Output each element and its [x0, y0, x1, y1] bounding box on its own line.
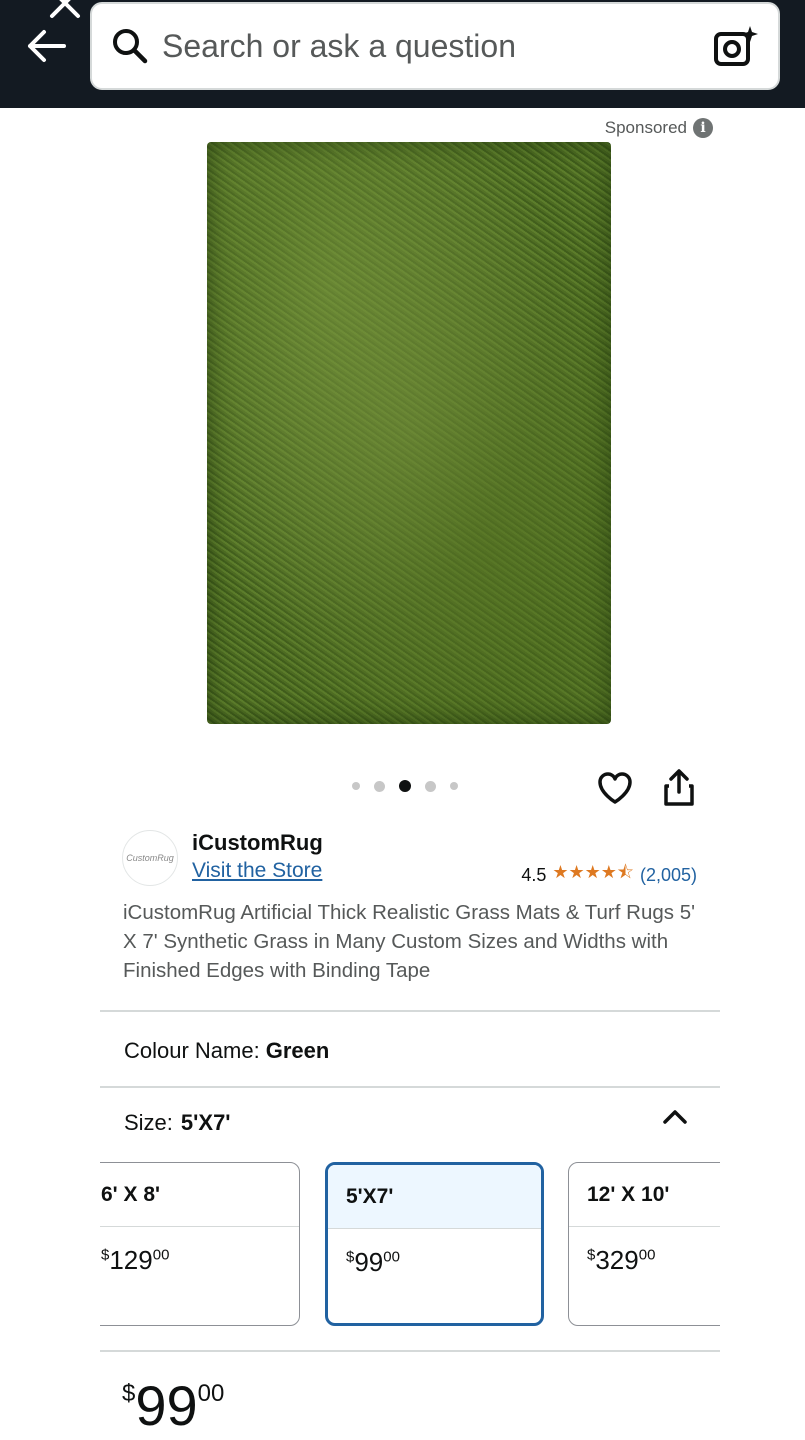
- star-rating-icon: ★★★★⯪: [552, 862, 634, 882]
- product-image[interactable]: [207, 142, 611, 724]
- search-icon: [110, 26, 150, 66]
- size-option-label: 5'X7': [328, 1165, 541, 1229]
- rating-summary[interactable]: 4.5 ★★★★⯪ (2,005): [521, 860, 697, 890]
- size-option-6x8[interactable]: 6' X 8' $12900: [100, 1162, 300, 1326]
- brand-logo[interactable]: CustomRug: [122, 830, 178, 886]
- size-option-5x7-selected[interactable]: 5'X7' $9900: [325, 1162, 544, 1326]
- rating-count: (2,005): [639, 864, 697, 885]
- brand-name: iCustomRug: [192, 830, 323, 855]
- chevron-up-icon[interactable]: [660, 1104, 690, 1128]
- size-option-price: $12900: [101, 1245, 170, 1275]
- price-whole: 99: [135, 1374, 198, 1437]
- divider: [100, 1350, 720, 1352]
- product-title: iCustomRug Artificial Thick Realistic Gr…: [123, 901, 696, 982]
- colour-selector[interactable]: Colour Name: Green: [124, 1038, 329, 1064]
- search-input[interactable]: [162, 16, 682, 76]
- brand-logo-text: CustomRug: [126, 853, 174, 863]
- price-currency: $: [122, 1380, 136, 1407]
- wishlist-heart-icon[interactable]: [596, 770, 634, 806]
- camera-search-icon[interactable]: [712, 24, 758, 70]
- size-selector-header[interactable]: Size: 5'X7': [124, 1110, 231, 1136]
- size-option-label: 12' X 10': [569, 1163, 720, 1227]
- size-option-price: $32900: [587, 1245, 656, 1275]
- search-box[interactable]: [90, 2, 780, 90]
- product-price: $9900: [122, 1378, 224, 1434]
- size-option-price: $9900: [346, 1247, 400, 1277]
- visit-store-link[interactable]: Visit the Store: [192, 859, 322, 883]
- price-fraction: 00: [197, 1380, 225, 1407]
- arrow-left-icon: [28, 30, 66, 62]
- size-option-label: 6' X 8': [100, 1163, 299, 1227]
- carousel-dot: [425, 780, 436, 792]
- colour-label: Colour Name:: [124, 1038, 260, 1063]
- rating-value: 4.5: [521, 864, 547, 885]
- size-options-carousel[interactable]: 6' X 8' $12900 5'X7' $9900 12' X 10' $32…: [100, 1160, 720, 1330]
- size-value: 5'X7': [180, 1110, 231, 1135]
- sponsored-text: Sponsored: [604, 118, 687, 137]
- carousel-dot: [374, 780, 385, 792]
- colour-value: Green: [265, 1038, 330, 1063]
- carousel-dot: [352, 782, 360, 790]
- sponsored-label[interactable]: Sponsored i: [605, 118, 713, 138]
- image-carousel-dots: [352, 780, 458, 792]
- carousel-dot-active: [399, 780, 411, 792]
- close-icon[interactable]: [48, 0, 84, 22]
- size-label: Size:: [124, 1110, 173, 1135]
- share-icon[interactable]: [662, 768, 696, 808]
- back-button[interactable]: [22, 26, 70, 66]
- divider: [100, 1086, 720, 1088]
- carousel-dot: [450, 782, 458, 790]
- size-option-12x10[interactable]: 12' X 10' $32900: [568, 1162, 720, 1326]
- info-icon: i: [693, 118, 713, 138]
- divider: [100, 1010, 720, 1012]
- top-bar: [0, 0, 805, 108]
